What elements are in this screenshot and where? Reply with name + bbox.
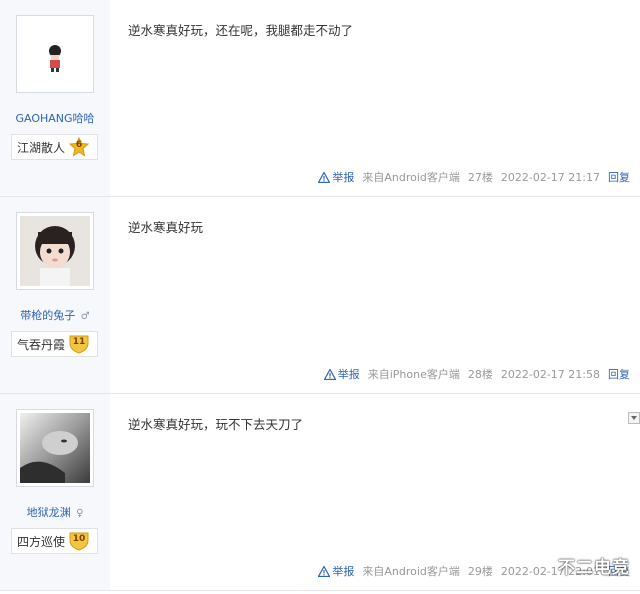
level-number: 11: [72, 337, 86, 347]
author-sidebar: 地狱龙渊 ♀ 四方巡使 10: [0, 394, 110, 590]
gender-male-icon: ♂: [80, 311, 90, 322]
post-timestamp: 2022-02-17 21:58: [500, 367, 600, 381]
author-sidebar: 带枪的兔子 ♂ 气吞丹霞 11: [0, 197, 110, 393]
floor-number: 28楼: [467, 368, 493, 381]
post-timestamp: 2022-02-17 21:17: [500, 170, 600, 184]
post-floor-27: GAOHANG哈哈 江湖散人 6 逆水寒真好玩，还在呢，我腿都走不动了 举报 来…: [0, 0, 640, 197]
author-sidebar: GAOHANG哈哈 江湖散人 6: [0, 0, 110, 196]
report-label[interactable]: 举报: [338, 366, 360, 382]
post-meta: 举报 来自iPhone客户端 28楼 2022-02-17 21:58 回复: [316, 366, 630, 382]
floor-number: 29楼: [467, 565, 493, 578]
author-username[interactable]: GAOHANG哈哈: [0, 110, 110, 126]
gender-female-icon: ♀: [76, 508, 84, 519]
report-link[interactable]: 举报: [323, 366, 360, 382]
post-source: 来自Android客户端: [362, 565, 460, 578]
post-text: 逆水寒真好玩，还在呢，我腿都走不动了: [128, 23, 354, 38]
floor-number: 27楼: [467, 171, 493, 184]
username-text[interactable]: GAOHANG哈哈: [15, 112, 94, 125]
reply-link[interactable]: 回复: [608, 169, 630, 185]
post-text: 逆水寒真好玩，玩不下去天刀了: [128, 417, 304, 432]
post-floor-29: 地狱龙渊 ♀ 四方巡使 10 逆水寒真好玩，玩不下去天刀了 举报 来自Andro…: [0, 394, 640, 591]
post-content: 逆水寒真好玩，玩不下去天刀了 举报 来自Android客户端 29楼 2022-…: [110, 394, 640, 590]
level-icon: 6: [68, 137, 90, 157]
post-content: 逆水寒真好玩 举报 来自iPhone客户端 28楼 2022-02-17 21:…: [110, 197, 640, 393]
avatar[interactable]: [16, 409, 94, 487]
member-badge[interactable]: 气吞丹霞 11: [11, 331, 98, 357]
author-username[interactable]: 带枪的兔子 ♂: [0, 307, 110, 323]
avatar[interactable]: [16, 212, 94, 290]
level-icon: 10: [68, 531, 90, 551]
post-text: 逆水寒真好玩: [128, 220, 204, 235]
level-number: 10: [72, 534, 86, 544]
thread-post-list: GAOHANG哈哈 江湖散人 6 逆水寒真好玩，还在呢，我腿都走不动了 举报 来…: [0, 0, 640, 594]
badge-title: 气吞丹霞: [17, 337, 66, 352]
avatar-image: [20, 413, 90, 483]
post-content: 逆水寒真好玩，还在呢，我腿都走不动了 举报 来自Android客户端 27楼 2…: [110, 0, 640, 196]
post-source: 来自Android客户端: [362, 171, 460, 184]
badge-title: 四方巡使: [17, 534, 66, 549]
report-label[interactable]: 举报: [332, 169, 354, 185]
warning-triangle-icon: [323, 368, 336, 380]
reply-link[interactable]: 回复: [608, 366, 630, 382]
dropdown-arrow-icon[interactable]: [628, 412, 640, 424]
post-floor-28: 带枪的兔子 ♂ 气吞丹霞 11 逆水寒真好玩 举报 来自iPhone客户端 28…: [0, 197, 640, 394]
member-badge[interactable]: 四方巡使 10: [11, 528, 98, 554]
warning-triangle-icon: [318, 565, 331, 577]
level-number: 6: [75, 140, 83, 150]
report-label[interactable]: 举报: [332, 563, 354, 579]
report-link[interactable]: 举报: [318, 169, 354, 185]
level-icon: 11: [68, 334, 90, 354]
avatar-image: [20, 19, 90, 89]
report-link[interactable]: 举报: [318, 563, 354, 579]
author-username[interactable]: 地狱龙渊 ♀: [0, 504, 110, 520]
avatar[interactable]: [16, 15, 94, 93]
post-meta: 举报 来自Android客户端 27楼 2022-02-17 21:17 回复: [310, 169, 630, 185]
username-text[interactable]: 带枪的兔子: [20, 309, 75, 322]
username-text[interactable]: 地狱龙渊: [27, 506, 71, 519]
member-badge[interactable]: 江湖散人 6: [11, 134, 98, 160]
avatar-image: [20, 216, 90, 286]
watermark-logo: 不二电竞: [558, 558, 630, 578]
post-source: 来自iPhone客户端: [367, 368, 460, 381]
warning-triangle-icon: [318, 171, 331, 183]
badge-title: 江湖散人: [17, 140, 66, 155]
